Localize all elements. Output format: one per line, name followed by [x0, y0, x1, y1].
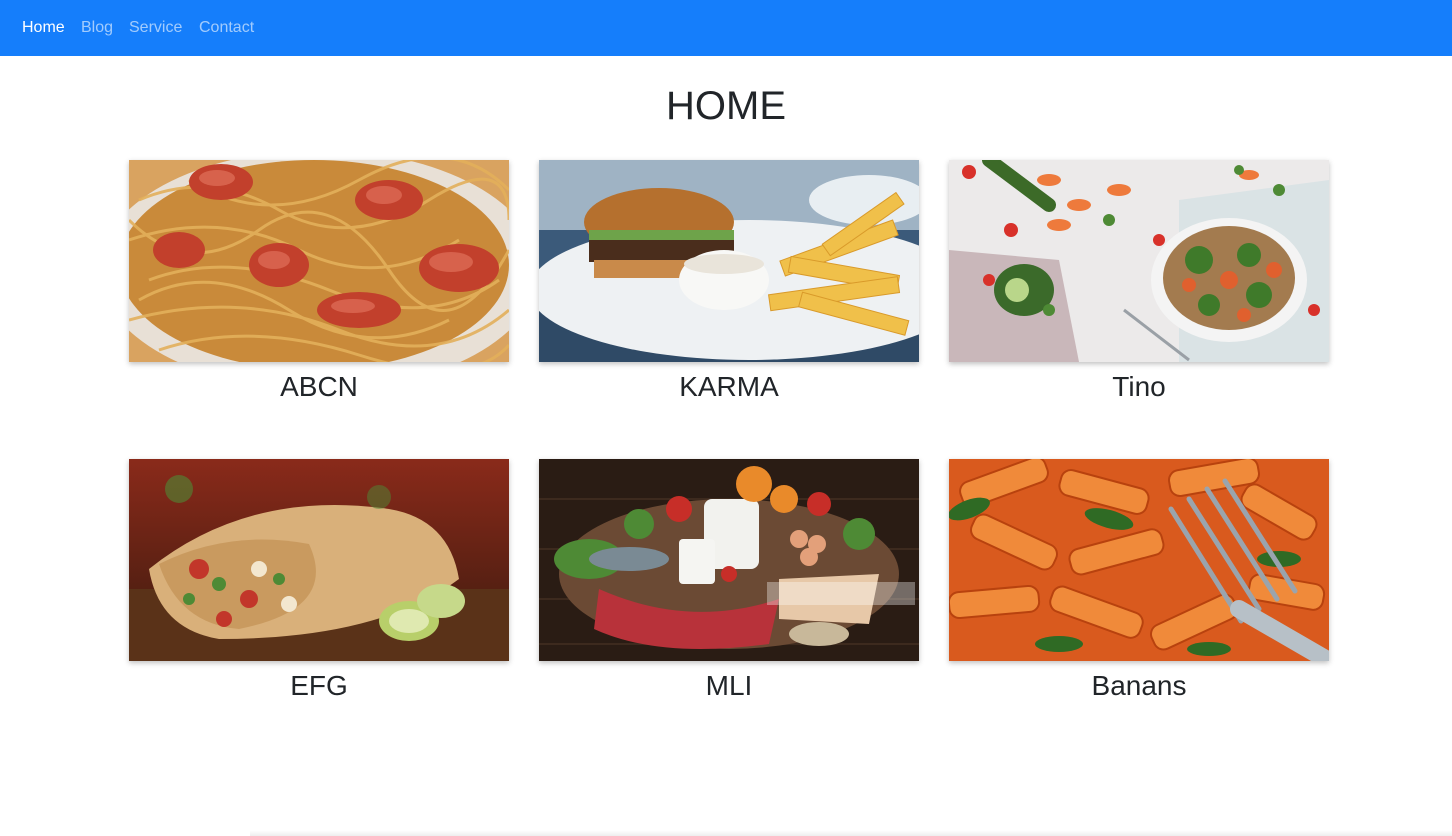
burger-fries-photo[interactable]: [539, 160, 919, 362]
nav-blog-link[interactable]: Blog: [81, 18, 113, 38]
burrito-photo[interactable]: [129, 459, 509, 661]
nav-service-link[interactable]: Service: [129, 18, 182, 38]
page-title: HOME: [666, 84, 786, 128]
card-title: Tino: [1112, 371, 1166, 402]
card-title: MLI: [705, 670, 753, 701]
salad-bowl-photo[interactable]: [949, 160, 1329, 362]
food-card[interactable]: ABCN: [129, 160, 509, 402]
spaghetti-sausage-photo[interactable]: [129, 160, 509, 362]
card-title: EFG: [290, 670, 348, 701]
card-title: KARMA: [679, 371, 779, 402]
penne-pasta-photo[interactable]: [949, 459, 1329, 661]
card-title: Banans: [1091, 670, 1187, 701]
nav-contact-link[interactable]: Contact: [199, 18, 254, 38]
footer-shadow: [250, 830, 1452, 836]
food-card[interactable]: Tino: [949, 160, 1329, 402]
food-card[interactable]: EFG: [129, 459, 509, 701]
food-card[interactable]: KARMA: [539, 160, 919, 402]
food-card[interactable]: MLI: [539, 459, 919, 701]
card-title: ABCN: [280, 371, 358, 402]
nav-home-link[interactable]: Home: [22, 18, 65, 38]
groceries-assortment-photo[interactable]: [539, 459, 919, 661]
food-card[interactable]: Banans: [949, 459, 1329, 701]
top-navbar: Home Blog Service Contact: [0, 0, 1452, 56]
